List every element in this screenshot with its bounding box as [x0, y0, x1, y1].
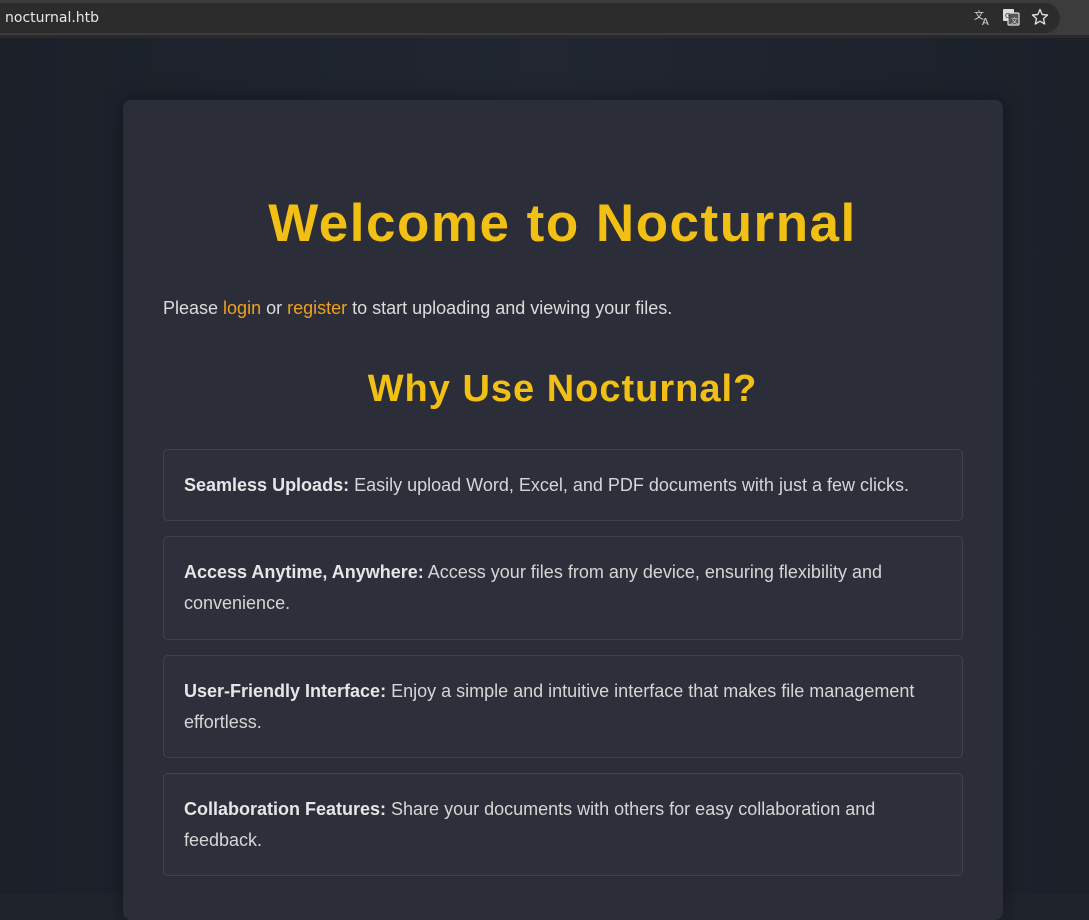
bookmark-star-icon[interactable]: [1031, 8, 1049, 26]
feature-item-access: Access Anytime, Anywhere: Access your fi…: [163, 536, 963, 640]
browser-toolbar: nocturnal.htb 文 A G 文: [0, 0, 1089, 38]
feature-item-interface: User-Friendly Interface: Enjoy a simple …: [163, 655, 963, 758]
feature-title: Access Anytime, Anywhere:: [184, 562, 424, 582]
intro-before: Please: [163, 298, 224, 318]
page-title: Welcome to Nocturnal: [268, 194, 857, 253]
google-translate-icon[interactable]: G 文: [1002, 8, 1020, 26]
intro-middle: or: [261, 298, 288, 318]
register-link[interactable]: register: [287, 298, 347, 318]
feature-text: Easily upload Word, Excel, and PDF docum…: [349, 475, 909, 495]
translate-icon[interactable]: 文 A: [974, 8, 992, 26]
login-link[interactable]: login: [223, 298, 261, 318]
feature-title: Seamless Uploads:: [184, 475, 350, 495]
svg-text:G: G: [1005, 12, 1010, 20]
address-bar[interactable]: nocturnal.htb: [0, 3, 1060, 33]
feature-title: User-Friendly Interface:: [184, 681, 387, 701]
url-text[interactable]: nocturnal.htb: [5, 10, 99, 26]
intro-text: Please login or register to start upload…: [163, 298, 672, 319]
feature-item-uploads: Seamless Uploads: Easily upload Word, Ex…: [163, 449, 963, 521]
svg-text:文: 文: [1011, 16, 1018, 25]
feature-title: Collaboration Features:: [184, 799, 387, 819]
intro-after: to start uploading and viewing your file…: [347, 298, 673, 318]
svg-text:A: A: [982, 17, 989, 26]
why-title: Why Use Nocturnal?: [367, 368, 758, 410]
feature-item-collaboration: Collaboration Features: Share your docum…: [163, 773, 963, 876]
